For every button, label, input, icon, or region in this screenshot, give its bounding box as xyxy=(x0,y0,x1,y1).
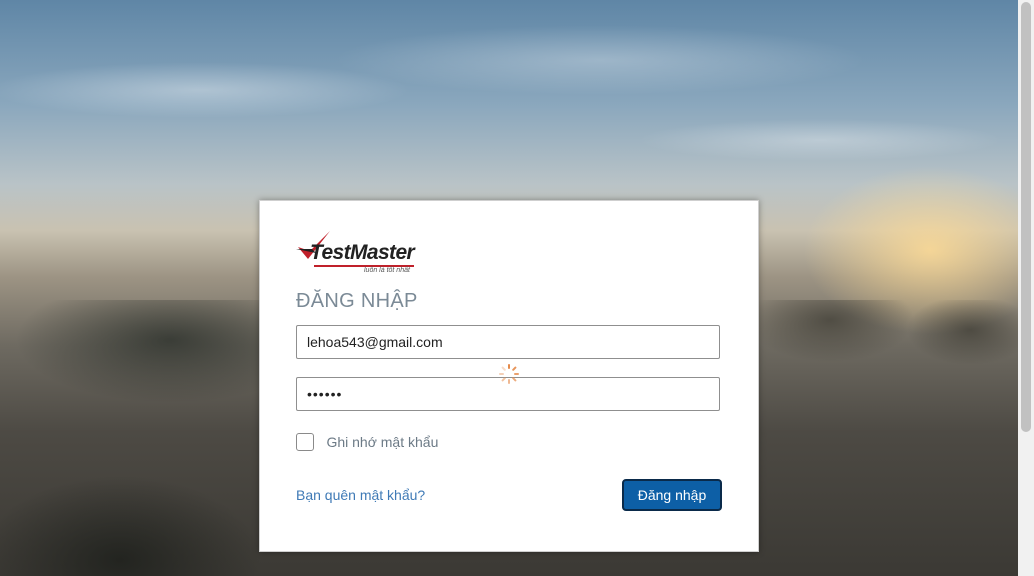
page-scrollbar[interactable] xyxy=(1018,0,1034,576)
logo-brand-text: TestMaster xyxy=(310,241,415,264)
remember-label[interactable]: Ghi nhớ mật khẩu xyxy=(326,434,438,450)
remember-checkbox[interactable] xyxy=(296,433,314,451)
forgot-password-link[interactable]: Bạn quên mật khẩu? xyxy=(296,487,425,503)
sky-clouds xyxy=(0,0,1018,200)
logo-slogan: luôn là tốt nhất xyxy=(364,267,410,274)
testmaster-logo: TestMaster luôn là tốt nhất xyxy=(296,229,420,277)
login-button[interactable]: Đăng nhập xyxy=(622,479,722,511)
scrollbar-thumb[interactable] xyxy=(1021,2,1031,432)
login-card: TestMaster luôn là tốt nhất ĐĂNG NHẬP ••… xyxy=(259,200,759,552)
login-title: ĐĂNG NHẬP xyxy=(296,290,418,312)
remember-me[interactable]: Ghi nhớ mật khẩu xyxy=(296,433,438,453)
email-input[interactable] xyxy=(296,325,720,359)
loading-spinner-icon xyxy=(499,364,519,384)
